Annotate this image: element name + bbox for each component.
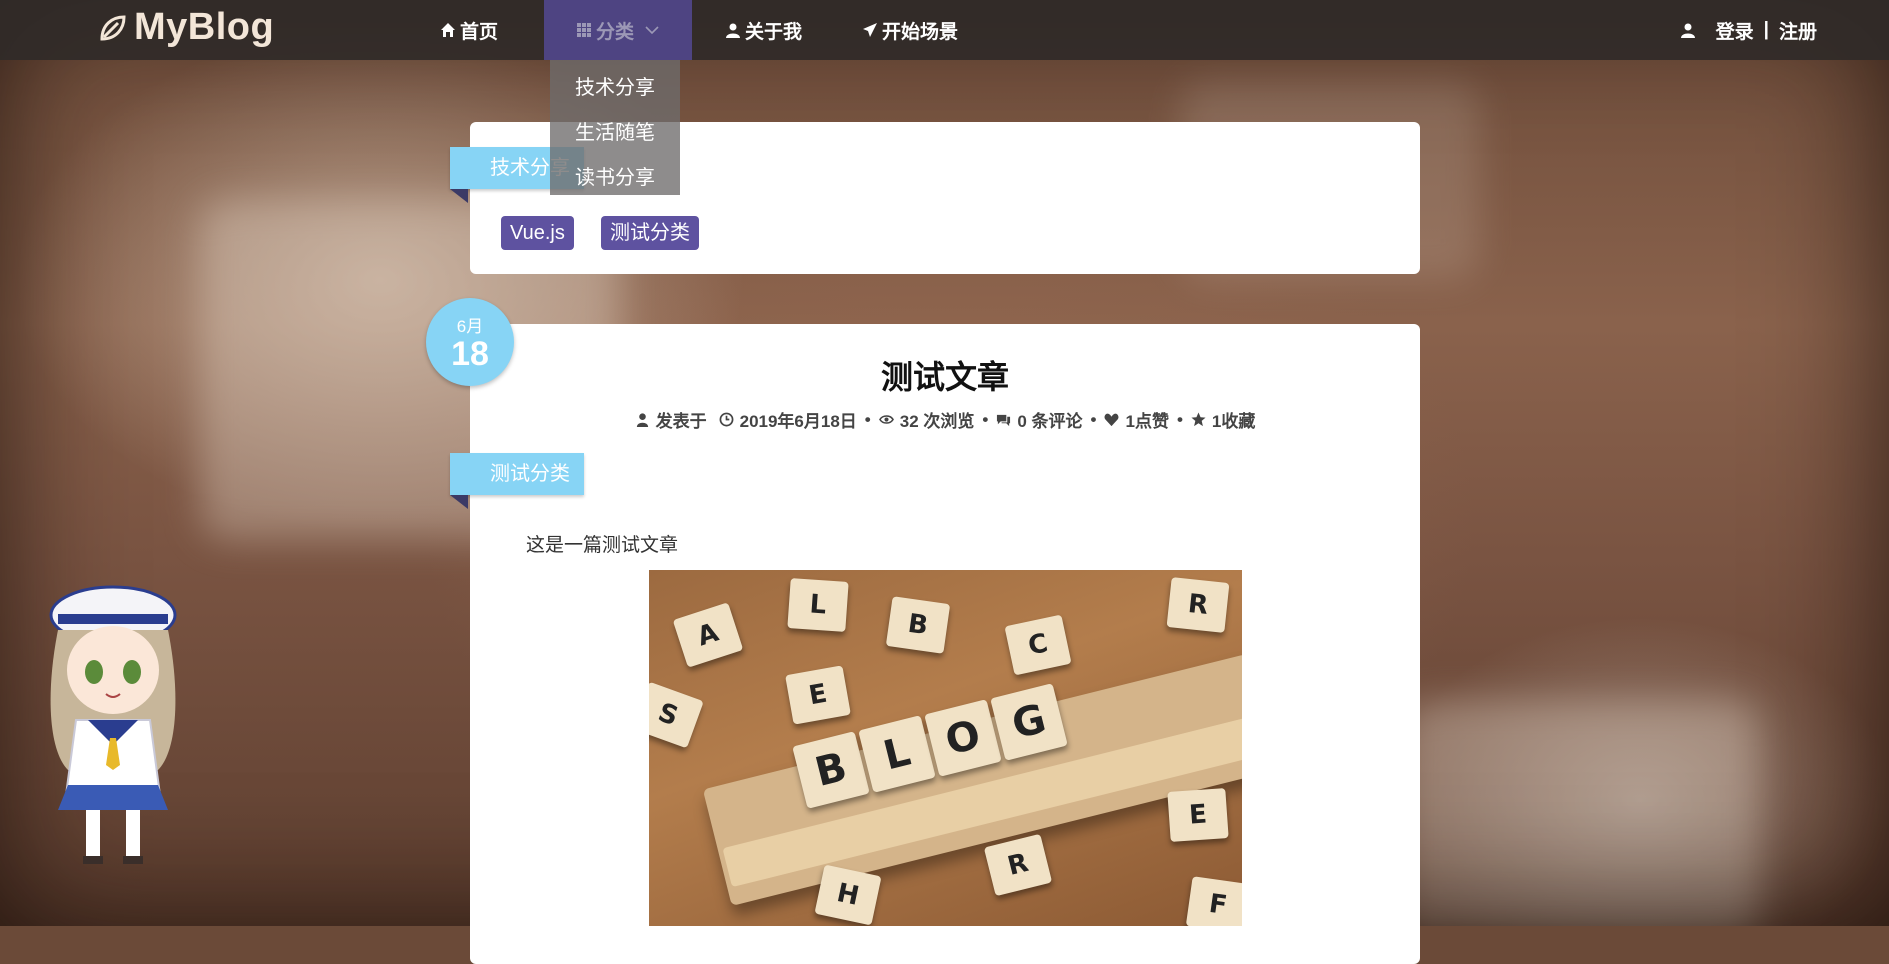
post-meta: 发表于 2019年6月18日 • 32 次浏览 • 0 条评论 • 1点赞 • … [470,407,1420,432]
meta-favorites[interactable]: 1收藏 [1212,407,1255,432]
send-icon [863,23,877,37]
user-icon [1680,23,1695,38]
heart-icon [1105,413,1119,427]
user-icon [636,413,648,427]
auth-separator: | [1763,19,1769,40]
brand-logo[interactable]: MyBlog [98,6,274,49]
date-badge: 6月 18 [426,298,514,386]
chevron-down-icon [645,26,659,35]
meta-dot: • [1090,409,1097,429]
auth-links: 登录 | 注册 [1680,0,1817,60]
meta-likes[interactable]: 1点赞 [1125,407,1168,432]
meta-comments: 0 条评论 [1017,412,1083,431]
star-icon [1191,412,1206,427]
meta-dot: • [1176,409,1183,429]
tag-vuejs[interactable]: Vue.js [501,216,574,250]
meta-dot: • [864,409,871,429]
anime-mascot-icon[interactable] [28,570,198,870]
home-icon [441,23,455,37]
meta-author-label: 发表于 [655,412,707,431]
post-image[interactable]: A L B C R S E B L O G E R H F [649,570,1242,926]
dropdown-item-reading[interactable]: 读书分享 [550,156,680,201]
date-month: 6月 [456,317,484,336]
register-link[interactable]: 注册 [1779,17,1817,44]
dropdown-item-life[interactable]: 生活随笔 [550,111,680,156]
grid-icon [577,23,591,37]
nav-categories-label: 分类 [596,21,635,43]
leaf-logo-icon [100,14,126,41]
date-day: 18 [451,335,489,373]
brand-name: MyBlog [134,6,275,48]
tag-test-category[interactable]: 测试分类 [601,216,699,250]
dropdown-item-tech[interactable]: 技术分享 [550,66,680,111]
login-link[interactable]: 登录 [1716,17,1754,44]
post-title[interactable]: 测试文章 [470,352,1420,398]
user-icon [726,23,740,38]
nav-categories[interactable]: 分类 [544,0,693,60]
meta-views: 32 次浏览 [899,412,975,431]
nav-about[interactable]: 关于我 [725,0,802,60]
top-navbar: MyBlog 首页 分类 关于我 开始场景 登录 | 注册 [0,0,1889,60]
post-excerpt: 这是一篇测试文章 [526,535,679,556]
nav-home-label: 首页 [460,21,499,43]
nav-scene[interactable]: 开始场景 [862,0,958,60]
nav-home[interactable]: 首页 [440,0,498,60]
clock-icon [719,412,734,427]
meta-date: 2019年6月18日 [739,412,857,431]
comments-icon [997,414,1011,427]
nav-scene-label: 开始场景 [882,21,959,43]
categories-dropdown: 技术分享 生活随笔 读书分享 [550,60,680,195]
ribbon-tail [450,495,468,509]
eye-icon [878,415,894,424]
meta-dot: • [982,409,989,429]
nav-about-label: 关于我 [745,21,803,43]
post-category-ribbon[interactable]: 测试分类 [450,453,584,495]
ribbon-tail [450,189,468,203]
